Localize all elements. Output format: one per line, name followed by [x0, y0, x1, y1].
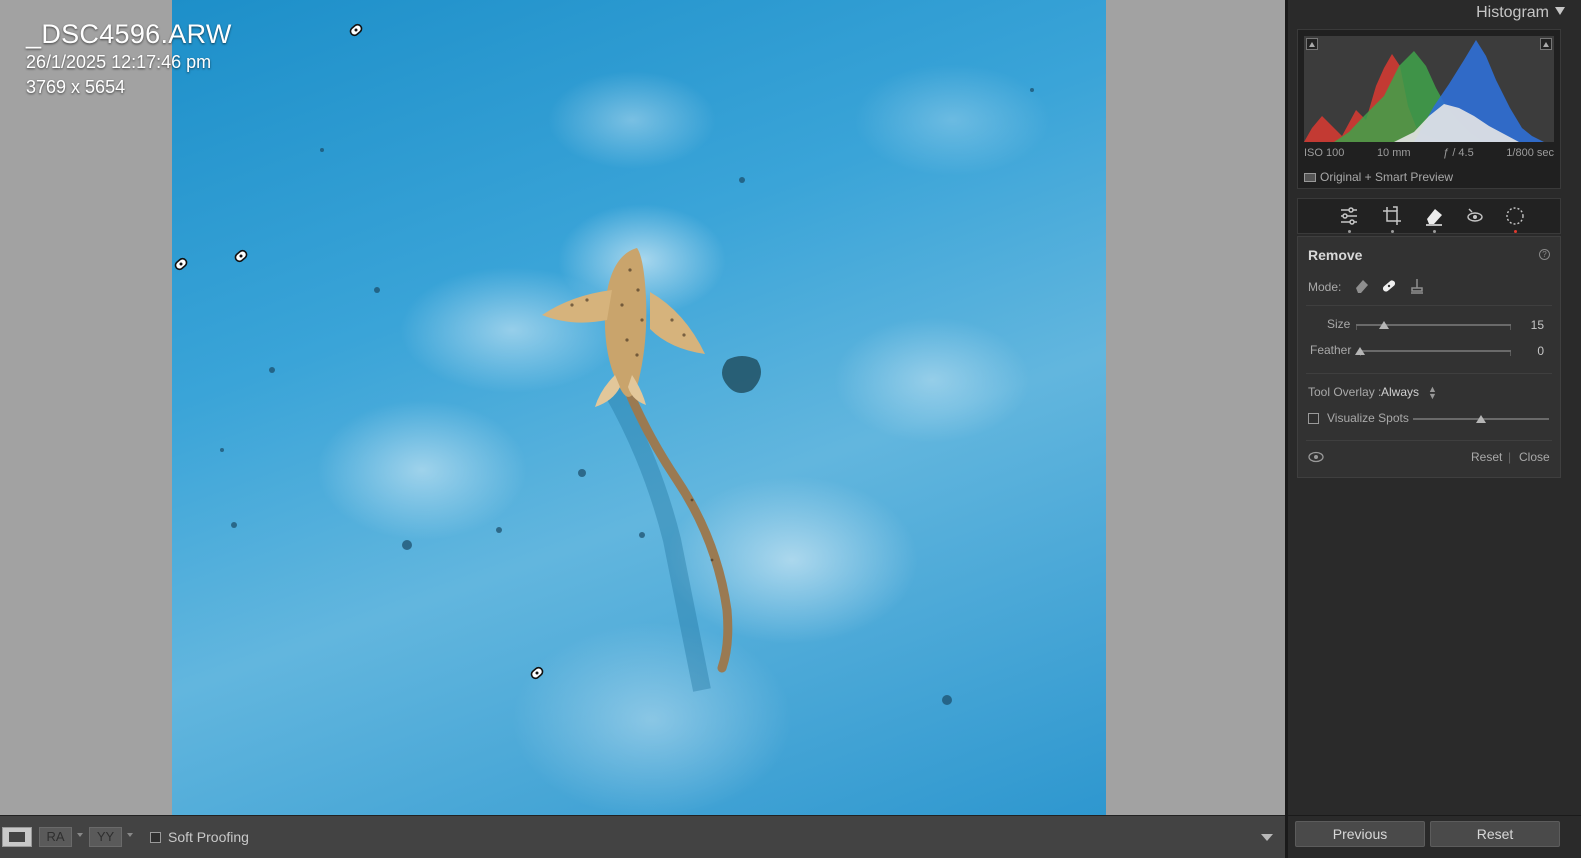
- lightroom-window: _DSC4596.ARW 26/1/2025 12:17:46 pm 3769 …: [0, 0, 1581, 858]
- exif-info: ISO 100 10 mm ƒ / 4.5 1/800 sec: [1304, 147, 1554, 159]
- right-panel: Histogram ISO 100 10 mm ƒ / 4.5 1/800 se…: [1285, 0, 1581, 858]
- feather-value[interactable]: 0: [1514, 344, 1544, 358]
- edit-sliders-icon[interactable]: [1338, 205, 1360, 227]
- feather-label: Feather: [1310, 343, 1352, 357]
- crop-icon[interactable]: [1381, 205, 1403, 227]
- heal-mode-bandage-icon[interactable]: [1380, 277, 1398, 295]
- tool-indicator-dot: [1348, 230, 1351, 233]
- aperture-value: ƒ / 4.5: [1443, 147, 1474, 159]
- clone-mode-stamp-icon[interactable]: [1408, 277, 1426, 295]
- divider: [1306, 373, 1552, 374]
- toolbar-menu-icon[interactable]: [1261, 834, 1273, 841]
- preview-status: Original + Smart Preview: [1304, 170, 1453, 184]
- remove-reset-button[interactable]: Reset: [1471, 450, 1502, 464]
- visualize-spots-checkbox[interactable]: [1308, 413, 1319, 424]
- photo-dimensions: 3769 x 5654: [26, 77, 126, 97]
- photo-canvas[interactable]: [172, 0, 1106, 815]
- divider: [1306, 305, 1552, 306]
- visualize-spots-label: Visualize Spots: [1327, 411, 1409, 425]
- shark-photo-content: [220, 88, 1034, 705]
- photo-info-overlay: _DSC4596.ARW 26/1/2025 12:17:46 pm 3769 …: [26, 18, 232, 100]
- masking-icon[interactable]: [1504, 205, 1526, 227]
- iso-value: ISO 100: [1304, 147, 1345, 159]
- photo-filename: _DSC4596.ARW: [26, 19, 232, 49]
- chevron-down-icon[interactable]: [127, 833, 133, 837]
- tool-overlay-label: Tool Overlay :: [1308, 385, 1382, 399]
- spot-pin-icon[interactable]: [347, 21, 365, 39]
- size-label: Size: [1327, 317, 1351, 331]
- loupe-view-button[interactable]: [2, 827, 32, 847]
- spot-pin-icon[interactable]: [232, 247, 250, 265]
- image-viewer: _DSC4596.ARW 26/1/2025 12:17:46 pm 3769 …: [0, 0, 1285, 815]
- help-icon[interactable]: ?: [1539, 249, 1550, 260]
- focal-length-value: 10 mm: [1376, 147, 1411, 159]
- soft-proofing-label: Soft Proofing: [168, 829, 249, 845]
- histogram-title: Histogram: [1476, 4, 1549, 21]
- remove-panel: Remove ? Mode: Size 15 Feather 0 Tool Ov…: [1297, 236, 1561, 478]
- histogram-curves: [1304, 40, 1544, 142]
- compare-ra-button[interactable]: RA: [39, 827, 72, 847]
- tool-strip: [1297, 198, 1561, 234]
- tool-overlay-select[interactable]: Always: [1381, 385, 1419, 399]
- bottom-toolbar: RA YY Soft Proofing: [0, 815, 1285, 858]
- compare-yy-button[interactable]: YY: [89, 827, 122, 847]
- remove-eraser-icon[interactable]: [1423, 205, 1445, 227]
- remove-mode-eraser-icon[interactable]: [1353, 277, 1371, 295]
- histogram-header[interactable]: Histogram: [1476, 4, 1565, 22]
- feather-slider-thumb[interactable]: [1355, 347, 1365, 355]
- remove-panel-title: Remove: [1308, 247, 1363, 263]
- size-slider-thumb[interactable]: [1378, 321, 1389, 329]
- smart-preview-icon: [1304, 173, 1316, 182]
- nav-bar: Previous Reset: [1288, 815, 1581, 858]
- shutter-value: 1/800 sec: [1506, 147, 1554, 159]
- chevron-down-icon[interactable]: [77, 833, 83, 837]
- soft-proofing-checkbox[interactable]: [150, 832, 161, 843]
- mask-active-dot: [1514, 230, 1517, 233]
- histogram-box: ISO 100 10 mm ƒ / 4.5 1/800 sec Original…: [1297, 29, 1561, 189]
- tool-indicator-dot: [1433, 230, 1436, 233]
- spot-pin-icon[interactable]: [172, 255, 190, 273]
- updown-chevron-icon[interactable]: ▲ ▼: [1428, 385, 1437, 401]
- eye-icon[interactable]: [1308, 451, 1324, 463]
- divider: [1306, 440, 1552, 441]
- size-value[interactable]: 15: [1514, 318, 1544, 332]
- feather-slider-ticks: [1360, 352, 1511, 356]
- spot-pin-icon[interactable]: [528, 664, 546, 682]
- previous-button[interactable]: Previous: [1295, 821, 1425, 847]
- preview-status-label: Original + Smart Preview: [1320, 170, 1454, 184]
- photo-datetime: 26/1/2025 12:17:46 pm: [26, 52, 212, 72]
- visualize-slider-thumb[interactable]: [1476, 415, 1486, 423]
- histogram-graph[interactable]: [1304, 36, 1554, 142]
- separator: |: [1508, 450, 1512, 464]
- shadow-clipping-toggle[interactable]: [1306, 38, 1318, 50]
- highlight-clipping-toggle[interactable]: [1540, 38, 1552, 50]
- tool-indicator-dot: [1391, 230, 1394, 233]
- chevron-down-icon: [1555, 7, 1565, 15]
- red-eye-icon[interactable]: [1464, 205, 1486, 227]
- mode-label: Mode:: [1308, 280, 1342, 294]
- remove-close-button[interactable]: Close: [1519, 450, 1550, 464]
- reset-button[interactable]: Reset: [1430, 821, 1560, 847]
